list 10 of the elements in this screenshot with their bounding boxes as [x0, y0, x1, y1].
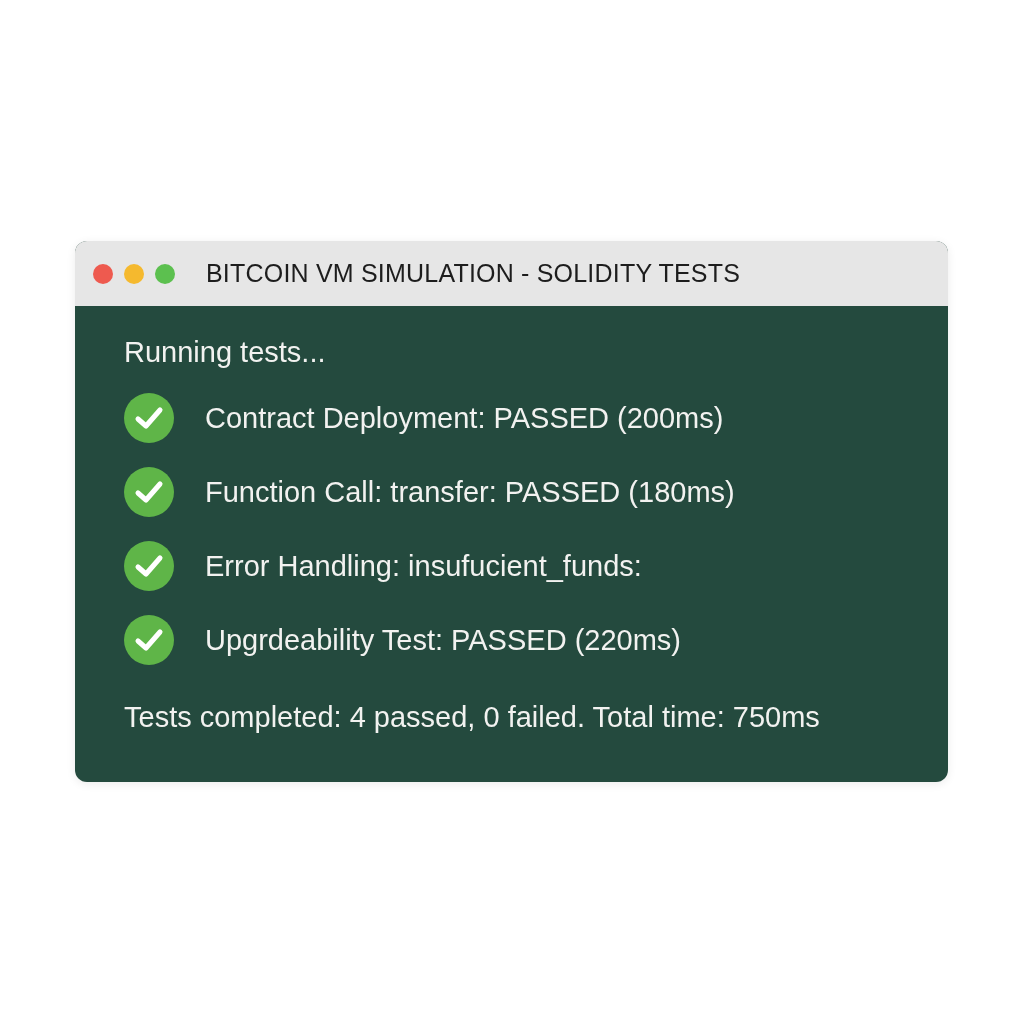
test-summary: Tests completed: 4 passed, 0 failed. Total time: 750ms — [124, 701, 821, 734]
zoom-button[interactable] — [155, 263, 175, 284]
test-result: Upgrdeability Test: PASSED (220ms) — [205, 623, 681, 657]
close-button[interactable] — [93, 263, 113, 284]
window-title: BITCOIN VM SIMULATION - SOLIDITY TESTS — [206, 259, 741, 288]
test-result: Contract Deployment: PASSED (200ms) — [205, 401, 724, 435]
test-result: Function Call: transfer: PASSED (180ms) — [205, 475, 735, 509]
console-header: Running tests... — [124, 336, 327, 369]
minimize-button[interactable] — [124, 263, 144, 284]
test-result: Error Handling: insufucient_funds: — [205, 549, 642, 583]
